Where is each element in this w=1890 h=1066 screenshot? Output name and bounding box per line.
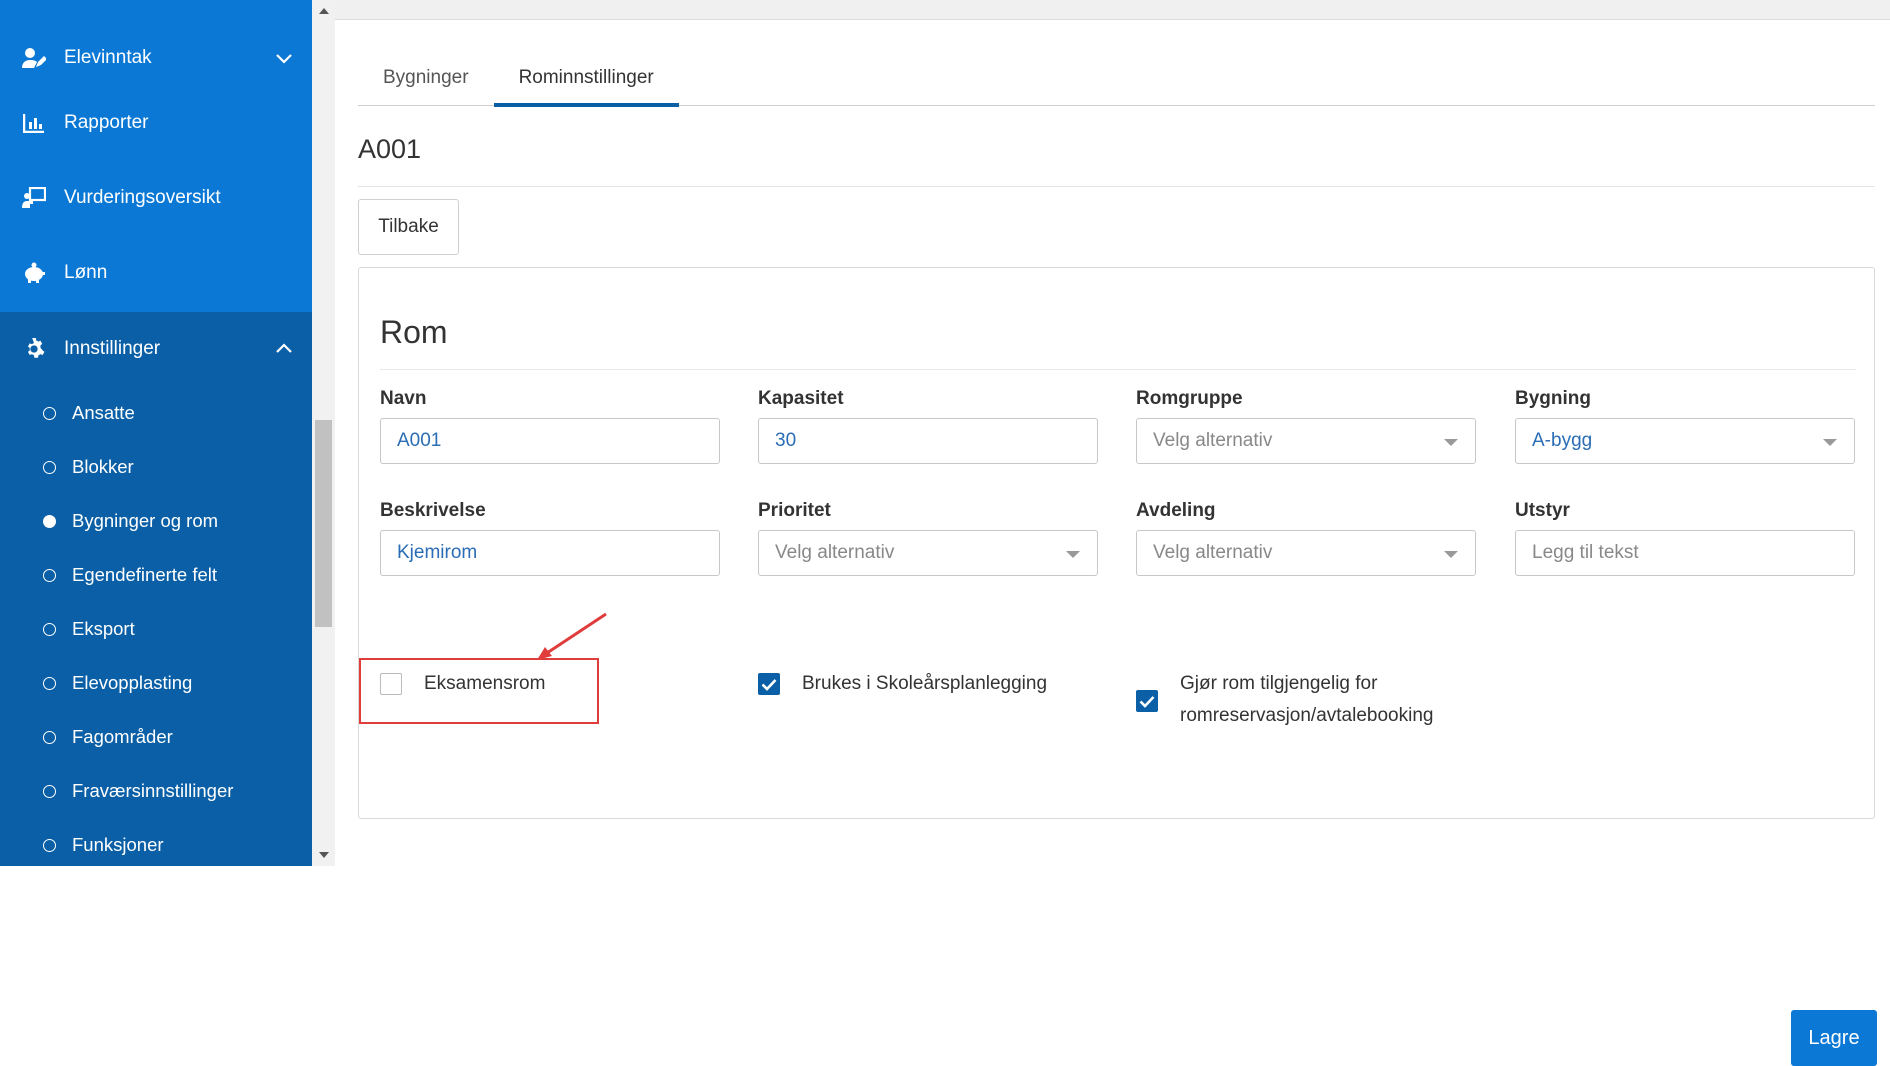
sidebar-subitem-label: Fraværsinnstillinger — [72, 780, 234, 801]
sidebar-item-rapporter[interactable]: Rapporter — [0, 85, 312, 160]
beskrivelse-input[interactable]: Kjemirom — [380, 530, 720, 576]
prioritet-select[interactable]: Velg alternativ — [758, 530, 1098, 576]
sidebar-item-innstillinger[interactable]: Innstillinger — [0, 312, 312, 386]
field-bygning: Bygning A-bygg — [1515, 388, 1855, 464]
sidebar-subitem-blokker[interactable]: Blokker — [0, 440, 312, 494]
sidebar-subitem-label: Elevopplasting — [72, 672, 193, 693]
sidebar-subitem-label: Ansatte — [72, 402, 135, 423]
tab-bygninger[interactable]: Bygninger — [358, 50, 494, 106]
presentation-icon — [22, 186, 46, 210]
radio-dot-icon — [43, 622, 56, 636]
sidebar-item-lonn[interactable]: Lønn — [0, 235, 312, 310]
kapasitet-input[interactable]: 30 — [758, 418, 1098, 464]
sidebar-item-label: Innstillinger — [64, 338, 161, 359]
field-label: Navn — [380, 388, 427, 409]
field-beskrivelse: Beskrivelse Kjemirom — [380, 500, 720, 576]
sidebar-subitem-funksjoner[interactable]: Funksjoner — [0, 818, 312, 866]
radio-dot-icon — [43, 460, 56, 474]
sidebar-subitem-label: Funksjoner — [72, 834, 164, 855]
save-button[interactable]: Lagre — [1791, 1010, 1877, 1066]
checkmark-icon — [1139, 695, 1155, 708]
checkbox-label-line1: Gjør rom tilgjengelig for — [1180, 673, 1378, 694]
sidebar-subitem-label: Bygninger og rom — [72, 510, 219, 531]
chevron-up-icon[interactable] — [274, 339, 294, 359]
sidebar-subitem-elevopplasting[interactable]: Elevopplasting — [0, 656, 312, 710]
field-label: Bygning — [1515, 388, 1591, 409]
radio-dot-icon — [43, 784, 56, 798]
top-bar — [335, 0, 1890, 20]
field-label: Avdeling — [1136, 500, 1216, 521]
sidebar-subitem-label: Eksport — [72, 618, 135, 639]
skoleaarsplanlegging-option: Brukes i Skoleårsplanlegging — [758, 673, 1047, 700]
sidebar-subitem-fravaersinnstillinger[interactable]: Fraværsinnstillinger — [0, 764, 312, 818]
romreservasjon-checkbox[interactable] — [1136, 690, 1158, 712]
radio-dot-icon — [43, 406, 56, 420]
scroll-down-arrow-icon[interactable] — [312, 844, 335, 866]
chevron-down-icon[interactable] — [274, 48, 294, 68]
annotation-highlight-box — [359, 658, 599, 724]
piggy-bank-icon — [22, 261, 46, 285]
field-label: Beskrivelse — [380, 500, 486, 521]
sidebar-subitem-eksport[interactable]: Eksport — [0, 602, 312, 656]
romreservasjon-option: Gjør rom tilgjengelig for romreservasjon… — [1136, 673, 1433, 732]
settings-section: Innstillinger Ansatte Blokker Bygninger … — [0, 312, 312, 866]
sidebar-subitem-ansatte[interactable]: Ansatte — [0, 386, 312, 440]
radio-dot-icon — [43, 838, 56, 852]
back-button[interactable]: Tilbake — [358, 199, 459, 255]
sidebar-subitem-label: Egendefinerte felt — [72, 564, 218, 585]
tab-bar: Bygninger Rominnstillinger — [358, 50, 1875, 107]
bygning-select[interactable]: A-bygg — [1515, 418, 1855, 464]
field-prioritet: Prioritet Velg alternativ — [758, 500, 1098, 576]
field-label: Prioritet — [758, 500, 831, 521]
sidebar-subitem-label: Blokker — [72, 456, 134, 477]
field-kapasitet: Kapasitet 30 — [758, 388, 1098, 464]
sidebar-item-label: Elevinntak — [64, 46, 152, 68]
sidebar-item-label: Vurderingsoversikt — [64, 186, 221, 208]
checkbox-label: Gjør rom tilgjengelig for romreservasjon… — [1180, 668, 1433, 732]
sidebar-subitem-label: Fagområder — [72, 726, 173, 747]
field-avdeling: Avdeling Velg alternativ — [1136, 500, 1476, 576]
checkbox-label-line2: romreservasjon/avtalebooking — [1180, 705, 1434, 726]
user-edit-icon — [22, 46, 46, 70]
sidebar-item-vurderingsoversikt[interactable]: Vurderingsoversikt — [0, 160, 312, 235]
radio-dot-icon — [43, 730, 56, 744]
skoleaarsplanlegging-checkbox[interactable] — [758, 673, 780, 695]
scroll-up-arrow-icon[interactable] — [312, 0, 335, 22]
main-content: Bygninger Rominnstillinger A001 Tilbake … — [335, 20, 1890, 1066]
radio-dot-filled-icon — [43, 514, 56, 528]
tab-rominnstillinger[interactable]: Rominnstillinger — [493, 50, 679, 107]
scrollbar-thumb[interactable] — [315, 420, 332, 627]
room-card: Rom Navn A001 Kapasitet 30 Romgruppe Vel… — [358, 267, 1877, 1066]
sidebar-subitem-egendefinerte-felt[interactable]: Egendefinerte felt — [0, 548, 312, 602]
sidebar-item-elevinntak[interactable]: Elevinntak — [0, 20, 312, 95]
sidebar: Elevinntak Rapporter Vurderingsoversikt … — [0, 0, 312, 866]
field-label: Utstyr — [1515, 500, 1570, 521]
gear-icon — [22, 337, 46, 361]
utstyr-input[interactable]: Legg til tekst — [1515, 530, 1855, 576]
bar-chart-icon — [22, 111, 46, 135]
card-title: Rom — [380, 314, 448, 350]
page-title: A001 — [358, 134, 422, 164]
navn-input[interactable]: A001 — [380, 418, 720, 464]
field-utstyr: Utstyr Legg til tekst — [1515, 500, 1855, 576]
divider — [380, 369, 1856, 370]
checkmark-icon — [761, 678, 777, 691]
radio-dot-icon — [43, 568, 56, 582]
avdeling-select[interactable]: Velg alternativ — [1136, 530, 1476, 576]
sidebar-item-label: Rapporter — [64, 111, 149, 133]
divider — [358, 186, 1875, 187]
sidebar-subitem-fagomrader[interactable]: Fagområder — [0, 710, 312, 764]
field-label: Kapasitet — [758, 388, 844, 409]
field-label: Romgruppe — [1136, 388, 1243, 409]
field-navn: Navn A001 — [380, 388, 720, 464]
field-romgruppe: Romgruppe Velg alternativ — [1136, 388, 1476, 464]
romgruppe-select[interactable]: Velg alternativ — [1136, 418, 1476, 464]
sidebar-item-label: Lønn — [64, 261, 108, 283]
sidebar-scrollbar[interactable] — [312, 0, 335, 866]
checkbox-label: Brukes i Skoleårsplanlegging — [802, 673, 1048, 694]
sidebar-subitem-bygninger-og-rom[interactable]: Bygninger og rom — [0, 494, 312, 548]
radio-dot-icon — [43, 676, 56, 690]
